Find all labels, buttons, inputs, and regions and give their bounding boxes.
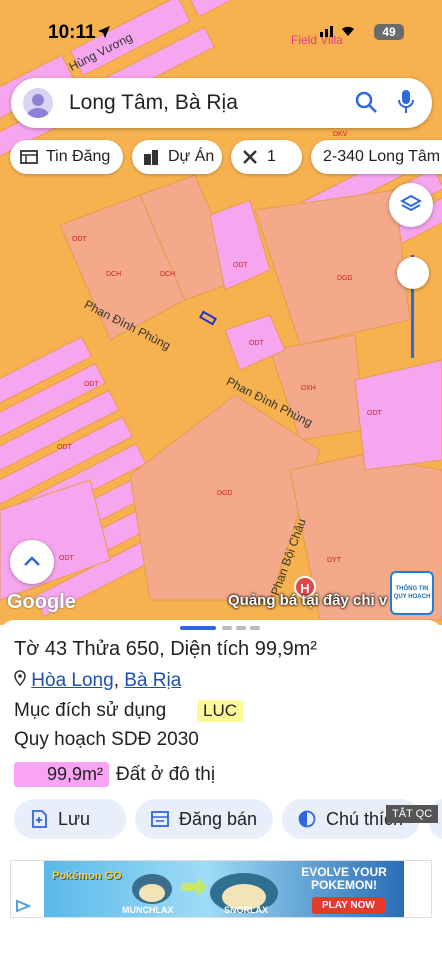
chip-label: Dự Án [168,148,215,165]
parcel-title: Tờ 43 Thửa 650, Diện tích 99,9m² [14,638,317,660]
post-sale-button[interactable]: Đăng bán [135,799,273,839]
search-input[interactable]: Long Tâm, Bà Rịa [69,91,238,115]
action-buttons: Lưu Đăng bán Chú thích [0,799,442,839]
user-icon [27,94,49,118]
zone-label: ODT [84,381,99,388]
chip-label: Tin Đăng [46,148,111,165]
map-ad-text[interactable]: Quảng bá tại đây chi v [228,592,387,609]
save-icon [32,810,47,828]
pokemon-munchlax-image [132,874,172,904]
ad-play-button[interactable]: PLAY NOW [312,897,385,914]
zone-label: DCH [160,271,176,278]
purpose-code-badge: LUC [197,700,244,722]
page-dot [236,626,246,630]
ad-choices-icon[interactable] [15,899,31,913]
chip-listings[interactable]: Tin Đăng [10,140,123,174]
search-icon[interactable] [354,90,378,114]
location-arrow-icon [98,26,110,38]
list-icon [20,150,38,164]
parcel-info-panel: Tờ 43 Thửa 650, Diện tích 99,9m² Hòa Lon… [0,620,442,960]
avatar[interactable] [23,88,53,118]
ad-banner[interactable]: Pokémon GO MUNCHLAX SNORLAX EVOLVE YOUR … [10,860,432,918]
planning-info-badge[interactable]: THÔNG TIN QUY HOẠCH [390,571,434,615]
area-description: Đất ở đô thị [116,764,216,785]
post-sale-label: Đăng bán [179,809,258,829]
zoom-slider-thumb[interactable] [397,257,429,289]
chip-label: 2-340 Long Tâm [323,148,441,165]
chip-tools[interactable]: 1 [231,140,302,174]
zone-label: ODT [233,262,248,269]
expand-button[interactable] [10,540,54,584]
layers-icon [400,194,422,212]
zone-label: DKV [333,131,348,138]
legend-icon [298,810,316,828]
ad-brand-logo: Pokémon GO [52,870,122,882]
chevron-up-icon [24,556,40,566]
chip-parcel[interactable]: 2-340 Long Tâm [311,140,442,174]
building-icon [144,150,158,165]
zone-label: ODT [367,410,382,417]
location-link-ward[interactable]: Hòa Long [31,670,113,691]
battery-indicator: 49 [374,24,404,40]
zone-label: DCH [106,271,122,278]
layers-button[interactable] [389,183,433,227]
purpose-label: Mục đích sử dụng [14,700,167,721]
zone-label: DYT [327,557,341,564]
google-logo: Google [7,591,76,613]
zone-label: DGD [217,490,233,497]
ad-headline: EVOLVE YOUR POKEMON! [301,865,387,892]
plan-label: Quy hoạch SDĐ 2030 [14,729,199,750]
chip-label: 1 [267,148,276,165]
area-value: 99,9m² [14,762,109,787]
zone-label: DGD [337,275,353,282]
zone-label: ODT [249,340,264,347]
ad-name-2: SNORLAX [224,905,269,915]
location-pin-icon [14,670,26,687]
save-label: Lưu [58,809,91,829]
page-dot-active [180,626,216,630]
zone-label: ODT [57,444,72,451]
zone-label: ODT [72,236,87,243]
location-separator: , [113,670,119,691]
zone-label: DXH [301,385,316,392]
location-link-city[interactable]: Bà Rịa [124,670,181,691]
hide-ad-button[interactable]: TẮT QC [386,805,439,823]
search-bar[interactable]: Long Tâm, Bà Rịa [11,78,432,128]
chip-projects[interactable]: Dự Án [132,140,222,174]
ad-name-1: MUNCHLAX [122,905,174,915]
status-time: 10:11 [48,22,96,43]
page-dot [222,626,232,630]
parcel-location: Hòa Long, Bà Rịa [14,670,181,692]
list-post-icon [151,811,169,827]
ad-creative[interactable]: Pokémon GO MUNCHLAX SNORLAX EVOLVE YOUR … [44,861,404,917]
tools-icon [243,150,257,164]
page-dot [250,626,260,630]
mic-icon[interactable] [397,89,415,115]
zone-label: ODT [59,555,74,562]
status-bar: 10:11 Field Villa 49 [0,0,442,64]
signal-wifi-icon [320,26,354,37]
save-button[interactable]: Lưu [14,799,126,839]
